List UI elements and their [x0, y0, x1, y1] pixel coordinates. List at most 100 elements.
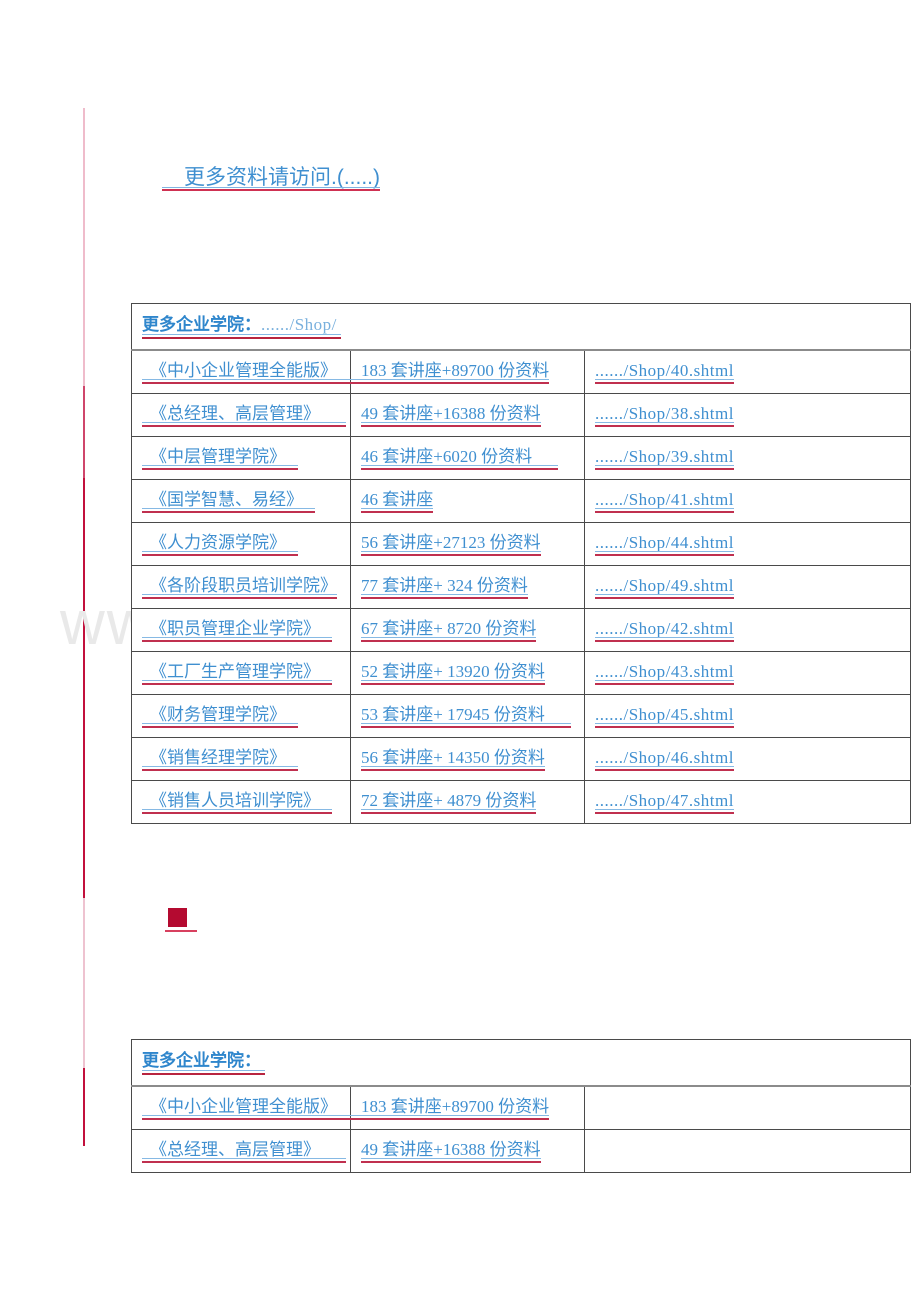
course-detail-cell: 53 套讲座+ 17945 份资料 [350, 694, 585, 738]
course-name-link[interactable]: 《工厂生产管理学院》 [142, 661, 332, 685]
course-url-link[interactable]: ....../Shop/43.shtml [595, 661, 734, 685]
course-name-cell: 《工厂生产管理学院》 [131, 651, 351, 695]
course-url-cell: ....../Shop/46.shtml [583, 737, 912, 781]
revision-change-bar [83, 1068, 85, 1146]
table-row: 《总经理、高层管理》 49 套讲座+16388 份资料 ....../Shop/… [131, 393, 912, 437]
course-name-link[interactable]: 《各阶段职员培训学院》 [142, 575, 337, 599]
table-row: 《中层管理学院》 46 套讲座+6020 份资料 ....../Shop/39.… [131, 436, 912, 480]
course-url-cell [583, 1129, 912, 1173]
course-url-link[interactable]: ....../Shop/39.shtml [595, 446, 734, 470]
filled-square-icon [168, 908, 187, 927]
course-detail-link[interactable]: 72 套讲座+ 4879 份资料 [361, 790, 537, 814]
table-header-cell: 更多企业学院： [130, 1039, 912, 1087]
course-name-cell: 《国学智慧、易经》 [131, 479, 351, 523]
course-detail-link[interactable]: 53 套讲座+ 17945 份资料 [361, 704, 571, 728]
course-name-link[interactable]: 《人力资源学院》 [142, 532, 298, 556]
table-header-link[interactable]: 更多企业学院：....../Shop/ [142, 313, 341, 340]
course-detail-cell: 183 套讲座+89700 份资料 [350, 1085, 585, 1130]
course-detail-cell: 67 套讲座+ 8720 份资料 [350, 608, 585, 652]
table-header-title: 更多企业学院： [142, 1051, 261, 1070]
course-name-cell: 《总经理、高层管理》 [131, 1129, 351, 1173]
course-url-link[interactable]: ....../Shop/46.shtml [595, 747, 734, 771]
course-name-cell: 《人力资源学院》 [131, 522, 351, 566]
table-header-row: 更多企业学院：....../Shop/ [130, 303, 912, 351]
course-name-cell: 《中小企业管理全能版》 [131, 349, 363, 394]
course-url-link[interactable]: ....../Shop/47.shtml [595, 790, 734, 814]
course-detail-cell: 56 套讲座+ 14350 份资料 [350, 737, 585, 781]
course-detail-link[interactable]: 77 套讲座+ 324 份资料 [361, 575, 528, 599]
table-row: 《人力资源学院》 56 套讲座+27123 份资料 ....../Shop/44… [131, 522, 912, 566]
course-name-cell: 《职员管理企业学院》 [131, 608, 351, 652]
course-url-cell [583, 1085, 912, 1130]
course-name-link[interactable]: 《财务管理学院》 [142, 704, 298, 728]
table-row: 《销售人员培训学院》 72 套讲座+ 4879 份资料 ....../Shop/… [131, 780, 912, 824]
revision-change-bar [83, 478, 85, 898]
table-header-row: 更多企业学院： [130, 1039, 912, 1087]
course-name-link[interactable]: 《销售经理学院》 [142, 747, 298, 771]
course-url-cell: ....../Shop/42.shtml [583, 608, 912, 652]
course-detail-cell: 49 套讲座+16388 份资料 [350, 393, 585, 437]
table-row: 《各阶段职员培训学院》 77 套讲座+ 324 份资料 ....../Shop/… [131, 565, 912, 609]
table-row: 《职员管理企业学院》 67 套讲座+ 8720 份资料 ....../Shop/… [131, 608, 912, 652]
table-header-link[interactable]: 更多企业学院： [142, 1049, 265, 1076]
course-detail-link[interactable]: 52 套讲座+ 13920 份资料 [361, 661, 545, 685]
course-detail-link[interactable]: 46 套讲座+6020 份资料 [361, 446, 559, 470]
course-url-link[interactable]: ....../Shop/41.shtml [595, 489, 734, 513]
course-name-link[interactable]: 《总经理、高层管理》 [142, 403, 346, 427]
course-detail-cell: 46 套讲座+6020 份资料 [350, 436, 585, 480]
table-row: 《总经理、高层管理》 49 套讲座+16388 份资料 [131, 1129, 912, 1173]
revision-change-bar [83, 386, 85, 478]
course-url-link[interactable]: ....../Shop/42.shtml [595, 618, 734, 642]
course-name-cell: 《财务管理学院》 [131, 694, 351, 738]
course-detail-link[interactable]: 183 套讲座+89700 份资料 [361, 360, 550, 384]
course-name-link[interactable]: 《国学智慧、易经》 [142, 489, 315, 513]
course-name-link[interactable]: 《职员管理企业学院》 [142, 618, 332, 642]
course-name-cell: 《中小企业管理全能版》 [131, 1085, 363, 1130]
course-url-cell: ....../Shop/47.shtml [583, 780, 912, 824]
course-detail-link[interactable]: 46 套讲座 [361, 489, 434, 513]
course-name-cell: 《各阶段职员培训学院》 [131, 565, 351, 609]
table-row: 《中小企业管理全能版》 183 套讲座+89700 份资料 ....../Sho… [131, 349, 912, 394]
table-row: 《财务管理学院》 53 套讲座+ 17945 份资料 ....../Shop/4… [131, 694, 912, 738]
course-url-cell: ....../Shop/44.shtml [583, 522, 912, 566]
course-name-link[interactable]: 《中小企业管理全能版》 [142, 1096, 363, 1120]
table-row: 《销售经理学院》 56 套讲座+ 14350 份资料 ....../Shop/4… [131, 737, 912, 781]
course-url-cell: ....../Shop/40.shtml [583, 349, 912, 394]
page-title[interactable]: 更多资料请访问.(.....) [162, 163, 380, 193]
course-name-link[interactable]: 《总经理、高层管理》 [142, 1139, 346, 1163]
course-url-link[interactable]: ....../Shop/45.shtml [595, 704, 734, 728]
red-square-marker [165, 908, 199, 932]
course-detail-link[interactable]: 49 套讲座+16388 份资料 [361, 403, 541, 427]
course-url-link[interactable]: ....../Shop/40.shtml [595, 360, 734, 384]
table-header-path: ....../Shop/ [261, 315, 337, 334]
course-detail-link[interactable]: 183 套讲座+89700 份资料 [361, 1096, 550, 1120]
revision-change-bar [83, 108, 85, 386]
course-detail-link[interactable]: 56 套讲座+ 14350 份资料 [361, 747, 545, 771]
course-name-link[interactable]: 《销售人员培训学院》 [142, 790, 332, 814]
course-url-cell: ....../Shop/49.shtml [583, 565, 912, 609]
heading-underline-blue [162, 187, 380, 188]
course-url-cell: ....../Shop/43.shtml [583, 651, 912, 695]
heading-underline-red [162, 189, 380, 191]
course-url-cell: ....../Shop/39.shtml [583, 436, 912, 480]
marker-underline [165, 930, 197, 932]
course-url-link[interactable]: ....../Shop/44.shtml [595, 532, 734, 556]
course-detail-cell: 52 套讲座+ 13920 份资料 [350, 651, 585, 695]
courses-table-secondary: 更多企业学院： 《中小企业管理全能版》 183 套讲座+89700 份资料 《总… [130, 1039, 912, 1173]
table-row: 《国学智慧、易经》 46 套讲座 ....../Shop/41.shtml [131, 479, 912, 523]
course-name-cell: 《销售经理学院》 [131, 737, 351, 781]
document-page: www.zixin.com.cn 更多资料请访问.(.....) 更多企业学院：… [0, 0, 920, 1302]
revision-change-bar [83, 898, 85, 1068]
course-url-link[interactable]: ....../Shop/38.shtml [595, 403, 734, 427]
course-url-link[interactable]: ....../Shop/49.shtml [595, 575, 734, 599]
course-name-link[interactable]: 《中层管理学院》 [142, 446, 298, 470]
course-url-cell: ....../Shop/45.shtml [583, 694, 912, 738]
course-detail-link[interactable]: 56 套讲座+27123 份资料 [361, 532, 541, 556]
page-title-text: 更多资料请访问.(.....) [184, 166, 380, 189]
course-name-link[interactable]: 《中小企业管理全能版》 [142, 360, 363, 384]
course-detail-cell: 56 套讲座+27123 份资料 [350, 522, 585, 566]
course-detail-link[interactable]: 49 套讲座+16388 份资料 [361, 1139, 541, 1163]
course-url-cell: ....../Shop/41.shtml [583, 479, 912, 523]
course-name-cell: 《销售人员培训学院》 [131, 780, 351, 824]
course-detail-link[interactable]: 67 套讲座+ 8720 份资料 [361, 618, 537, 642]
